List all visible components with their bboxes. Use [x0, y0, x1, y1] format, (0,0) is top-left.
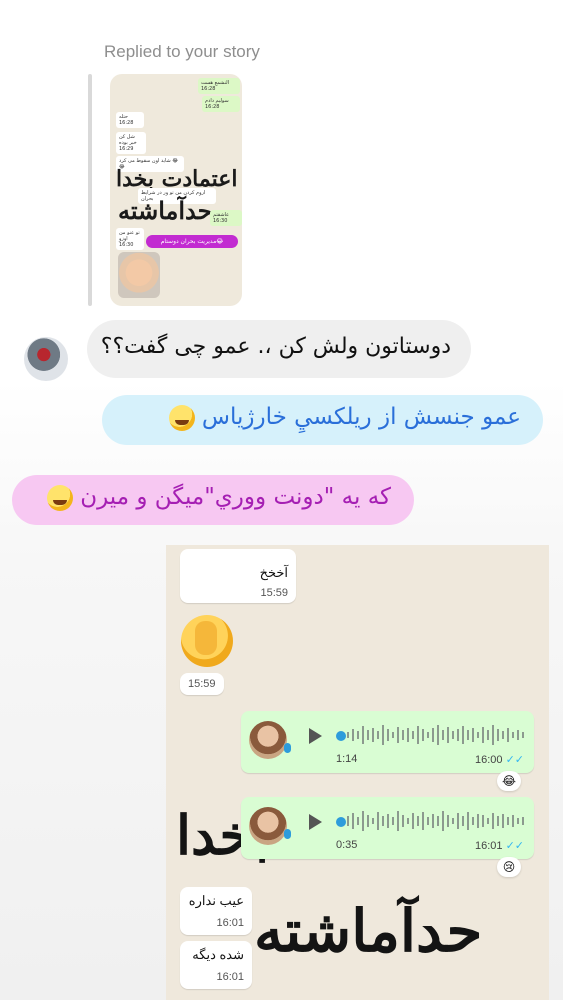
story-bubble: سولیم دادم 16:28 [202, 96, 240, 112]
chat-message-time: 15:59 [260, 587, 288, 599]
story-calligraphy: حدآماشته [118, 196, 213, 225]
sender-avatar [249, 807, 287, 845]
playback-handle[interactable] [336, 817, 346, 827]
rofl-emoji-icon [46, 484, 73, 511]
playback-handle[interactable] [336, 731, 346, 741]
message-text: كه يه "دونت ووري"ميگن و ميرن [46, 484, 391, 511]
chat-message-time: 16:01 [216, 917, 244, 929]
play-icon[interactable] [309, 728, 322, 744]
story-thumbnail[interactable]: النشمع هست 16:28 سولیم دادم 16:28 حتله 16:2… [110, 74, 242, 306]
sticker-time-badge: 15:59 [180, 673, 224, 695]
facepalm-sticker-icon [181, 615, 233, 667]
message-time: 16:00 ✓✓ [474, 754, 524, 766]
waveform [347, 725, 524, 745]
voice-duration: 0:35 [336, 839, 358, 851]
rofl-emoji-icon [168, 404, 195, 431]
message-text: دوستاتون ولش کن ،. عمو چی گفت؟؟ [100, 334, 451, 359]
chat-message-time: 16:01 [216, 971, 244, 983]
reaction-badge[interactable]: 😢 [497, 857, 521, 877]
story-pill: مدیریت بحران دوستام😂 [146, 235, 238, 248]
chat-message-text: عیب نداره [188, 893, 244, 908]
play-icon[interactable] [309, 814, 322, 830]
story-bubble: تو عنو من اوزو 16:30 [116, 228, 144, 250]
reply-indicator-bar [88, 74, 92, 306]
chat-message[interactable]: عیب نداره 16:01 [180, 887, 252, 935]
replied-to-story-label: Replied to your story [104, 42, 260, 61]
mic-icon [284, 743, 291, 753]
voice-note[interactable]: 1:14 16:00 ✓✓ [241, 711, 534, 773]
sender-avatar [249, 721, 287, 759]
voice-duration: 1:14 [336, 753, 358, 765]
reaction-badge[interactable]: 😂 [497, 771, 521, 791]
chat-message-text: شده دیگه [192, 947, 244, 962]
story-bubble: النشمع هست 16:28 [198, 78, 240, 94]
message-time: 16:01 ✓✓ [474, 840, 524, 852]
waveform [347, 811, 524, 831]
whatsapp-screenshot[interactable]: عتمادت بخدا حدآماشته آخخخ 15:59 15:59 1:… [166, 545, 549, 1000]
mic-icon [284, 829, 291, 839]
chat-message-text: آخخخ [259, 565, 288, 580]
story-bubble: عاشقتم 16:30 [210, 210, 242, 226]
background-calligraphy: حدآماشته [254, 897, 483, 965]
baby-photo [118, 252, 160, 298]
chat-message[interactable]: آخخخ 15:59 [180, 549, 296, 603]
story-bubble: شل کن خبر بوده 16:29 [116, 132, 146, 154]
message-text: عمو جنسش از ريلكسيِ خارژياس [168, 404, 521, 431]
voice-note[interactable]: 0:35 16:01 ✓✓ [241, 797, 534, 859]
avatar[interactable] [24, 337, 68, 381]
story-bubble: حتله 16:28 [116, 112, 144, 128]
chat-message[interactable]: شده دیگه 16:01 [180, 941, 252, 989]
